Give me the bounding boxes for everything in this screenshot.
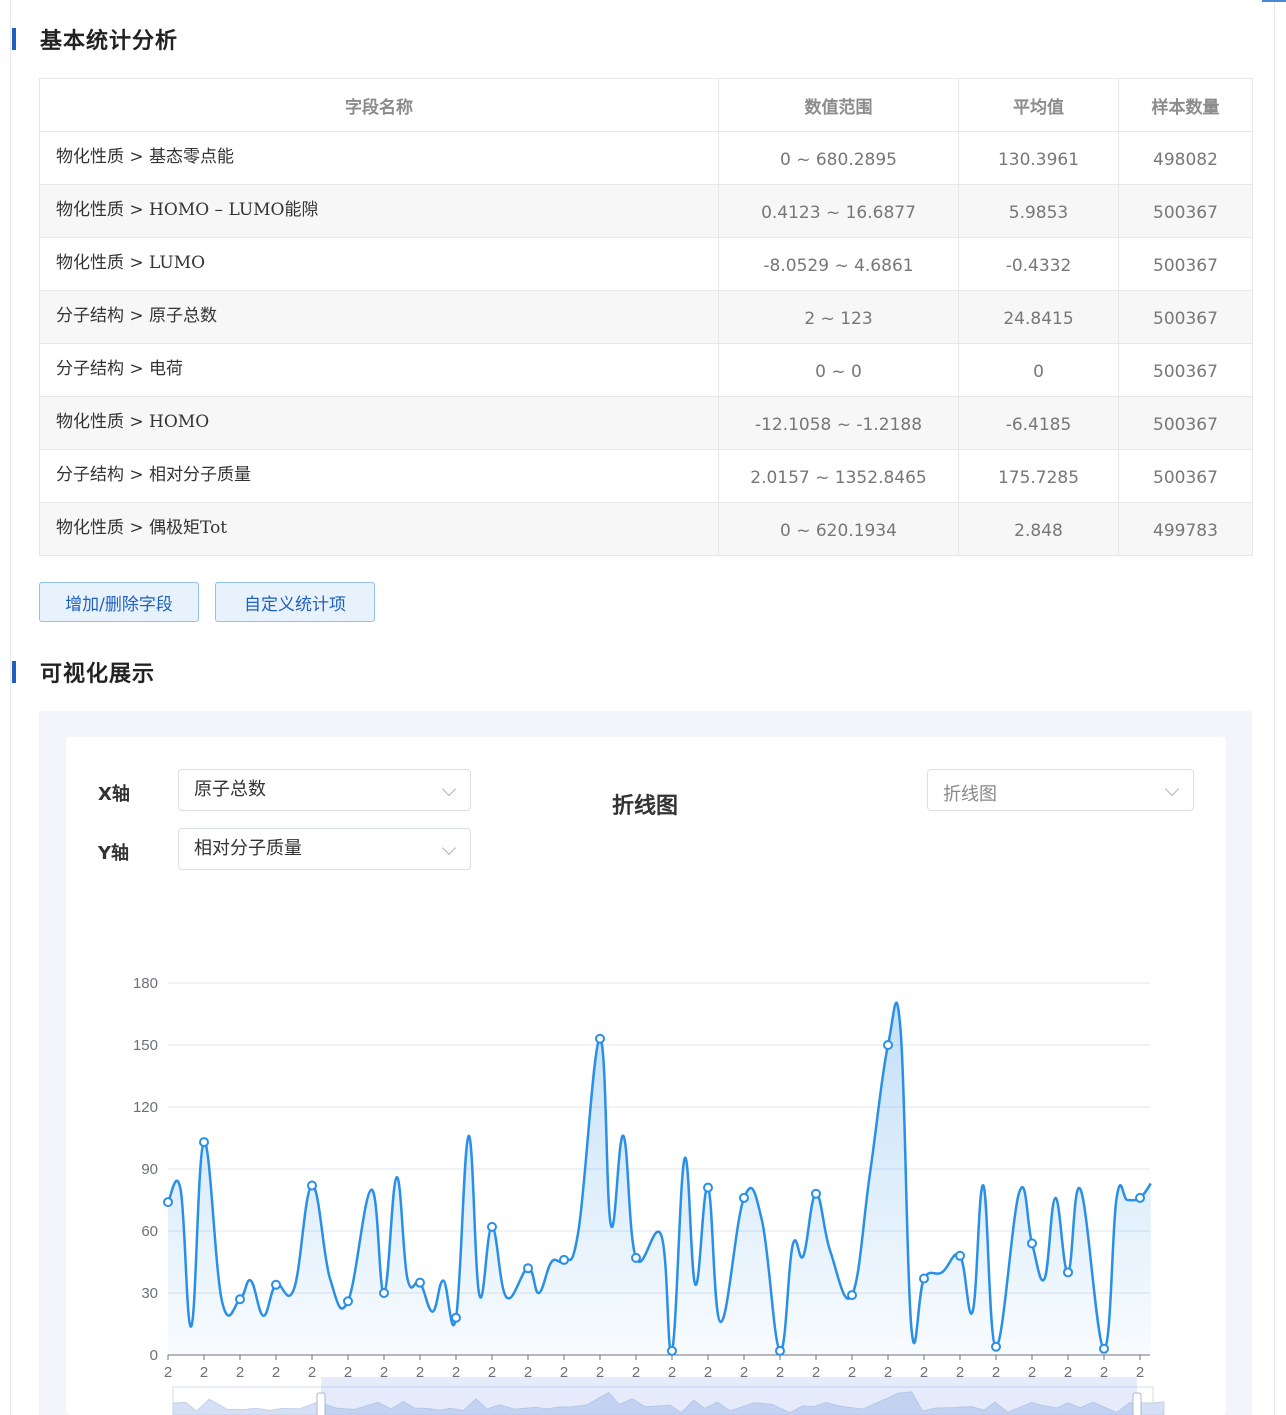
datazoom-right-handle[interactable] <box>1132 1392 1142 1415</box>
data-point <box>199 1137 209 1148</box>
series-area <box>168 1002 1151 1355</box>
data-point <box>451 1312 461 1323</box>
data-point <box>811 1188 821 1199</box>
y-tick-label: 30 <box>141 1285 158 1302</box>
data-point <box>415 1277 425 1288</box>
data-point <box>487 1221 497 1232</box>
data-point <box>559 1254 569 1265</box>
x-tick-label: 2 <box>272 1364 280 1381</box>
data-point <box>595 1033 605 1044</box>
data-point <box>271 1279 281 1290</box>
datazoom-left-handle[interactable] <box>316 1392 326 1415</box>
y-tick-label: 0 <box>150 1347 158 1364</box>
x-tick-label: 2 <box>200 1364 208 1381</box>
data-point <box>883 1040 893 1050</box>
y-tick-label: 180 <box>133 975 158 992</box>
x-tick-label: 2 <box>236 1364 244 1381</box>
data-point <box>163 1197 173 1208</box>
data-point <box>1099 1343 1109 1354</box>
data-point <box>235 1294 245 1305</box>
data-point <box>739 1192 749 1203</box>
data-point <box>955 1250 965 1261</box>
y-tick-label: 120 <box>133 1099 158 1116</box>
data-point <box>307 1180 317 1191</box>
data-point <box>991 1341 1001 1352</box>
x-tick-label: 2 <box>164 1364 172 1381</box>
data-point <box>1027 1238 1037 1249</box>
data-point <box>1063 1267 1073 1278</box>
data-point <box>847 1290 857 1301</box>
data-point <box>703 1182 713 1193</box>
data-point <box>343 1296 353 1307</box>
data-point <box>919 1273 929 1284</box>
y-tick-label: 150 <box>133 1037 158 1054</box>
line-chart: 0306090120150180 22222222222222222222222… <box>133 975 1165 1415</box>
data-point <box>775 1345 785 1356</box>
x-tick-label: 2 <box>308 1364 316 1381</box>
data-point <box>1135 1192 1145 1203</box>
datazoom-selection[interactable] <box>321 1377 1137 1415</box>
y-tick-label: 90 <box>141 1161 158 1178</box>
data-point <box>631 1252 641 1263</box>
data-point <box>379 1288 389 1298</box>
data-point <box>523 1263 533 1274</box>
y-tick-label: 60 <box>141 1223 158 1240</box>
x-tick-label: 2 <box>1136 1364 1144 1381</box>
data-point <box>667 1345 677 1356</box>
